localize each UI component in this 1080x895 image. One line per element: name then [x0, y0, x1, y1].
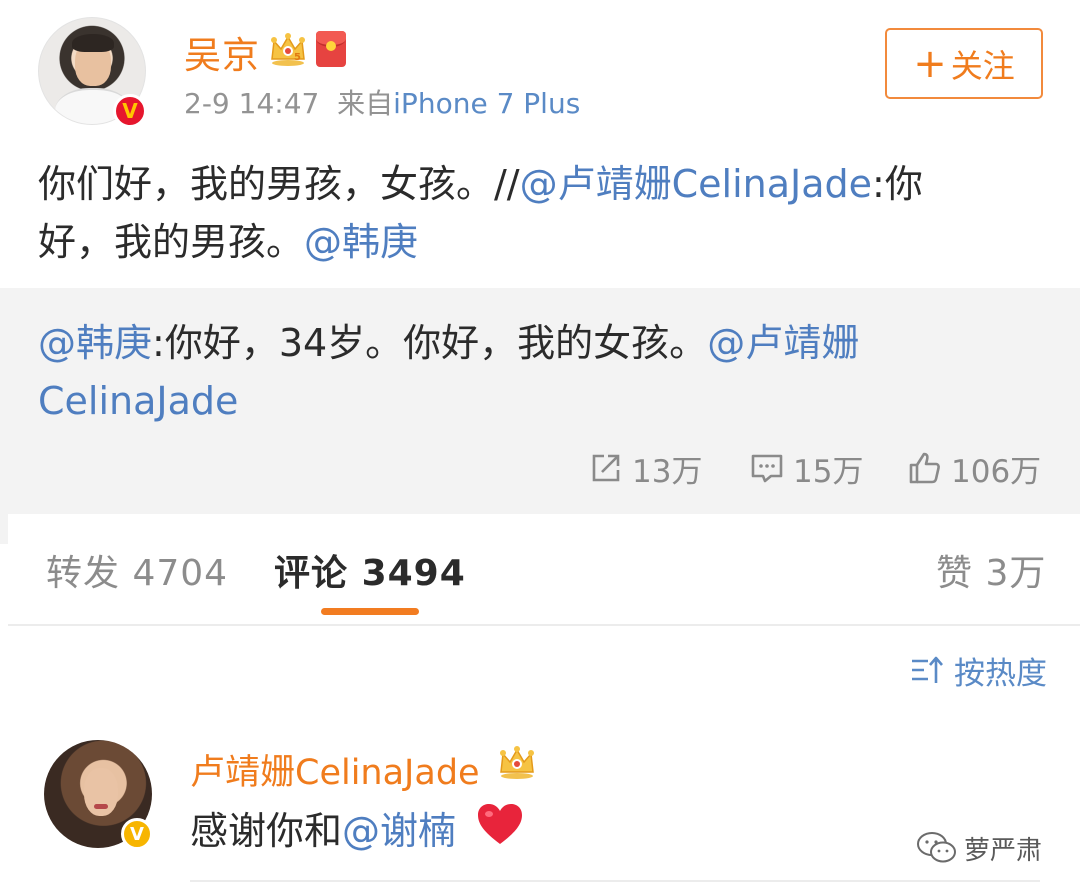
plus-icon: +	[913, 40, 947, 87]
author-name[interactable]: 吴京	[184, 25, 260, 79]
tab-bar: 转发 4704 评论 3494 赞 3万	[0, 514, 1080, 626]
wechat-watermark: 萝严肃	[916, 830, 1042, 866]
sort-icon	[912, 656, 943, 683]
crown-vip-icon	[500, 746, 534, 779]
divider	[8, 624, 1080, 626]
tab-likes[interactable]: 赞 3万	[936, 544, 1046, 596]
repost-count: 13万	[632, 453, 703, 490]
comment-body: 感谢你和	[190, 809, 343, 853]
post-source-prefix: 来自	[337, 87, 394, 120]
repost-body: :你好，34岁。你好，我的女孩。	[152, 321, 708, 365]
watermark-text: 萝严肃	[964, 835, 1043, 866]
tab-count: 3494	[361, 553, 466, 594]
mention-link[interactable]: @卢靖姗	[707, 321, 859, 365]
tab-active-indicator	[321, 608, 419, 615]
wechat-icon	[917, 832, 956, 863]
verified-badge-icon: V	[113, 94, 147, 128]
svg-text:5: 5	[294, 52, 301, 63]
red-packet-icon	[316, 31, 346, 67]
share-icon	[592, 454, 620, 482]
mention-link[interactable]: @谢楠	[342, 809, 456, 853]
mention-link[interactable]: @韩庚	[304, 220, 418, 264]
post-date: 2-9 14:47	[184, 87, 320, 120]
verified-badge-icon: V	[121, 818, 153, 850]
sort-label: 按热度	[954, 655, 1047, 692]
avatar-hair	[72, 34, 114, 52]
comment-item[interactable]: V 卢靖姗CelinaJade 感谢你和@谢楠	[0, 720, 1080, 895]
tab-label: 评论	[274, 553, 349, 594]
post-text: :你	[872, 162, 923, 206]
post-header: V 吴京 5 2-9 14:47 来自iPhone 7 Plus + 关注	[0, 0, 1080, 140]
repost-comment-action[interactable]: 15万	[749, 448, 864, 490]
thumbs-up-icon	[909, 452, 940, 484]
tab-count: 3万	[985, 553, 1047, 594]
repost-text: @韩庚:你好，34岁。你好，我的女孩。@卢靖姗 CelinaJade	[38, 314, 1038, 430]
repost-line-2: CelinaJade	[38, 372, 1038, 430]
post-text: 好，我的男孩。	[38, 220, 305, 264]
comment-text: 感谢你和@谢楠	[190, 800, 456, 855]
repost-box[interactable]: @韩庚:你好，34岁。你好，我的女孩。@卢靖姗 CelinaJade 13万 1…	[0, 288, 1080, 514]
post-meta: 2-9 14:47 来自iPhone 7 Plus	[184, 82, 580, 122]
tab-reposts[interactable]: 转发 4704	[46, 544, 228, 596]
post-body: 你们好，我的男孩，女孩。//@卢靖姗CelinaJade:你 好，我的男孩。@韩…	[38, 155, 1048, 271]
post-text: 你们好，我的男孩，女孩。//	[38, 162, 520, 206]
tab-label: 赞	[936, 553, 974, 594]
mention-link[interactable]: CelinaJade	[38, 379, 238, 423]
post-body-line-1: 你们好，我的男孩，女孩。//@卢靖姗CelinaJade:你	[38, 155, 1048, 213]
comment-icon	[751, 454, 783, 483]
like-count: 106万	[951, 453, 1042, 490]
post-body-line-2: 好，我的男孩。@韩庚	[38, 213, 1048, 271]
tab-label: 转发	[46, 553, 121, 594]
tab-count: 4704	[132, 553, 229, 594]
post-source[interactable]: iPhone 7 Plus	[393, 87, 580, 120]
repost-share-action[interactable]: 13万	[588, 448, 703, 490]
repost-like-action[interactable]: 106万	[907, 448, 1042, 490]
divider	[190, 880, 1040, 882]
follow-label: 关注	[950, 46, 1015, 85]
sort-by-hot-button[interactable]: 按热度	[910, 648, 1047, 692]
commenter-name[interactable]: 卢靖姗CelinaJade	[190, 744, 480, 795]
crown-vip-icon: 5	[271, 33, 305, 66]
heart-emoji-icon	[478, 804, 522, 844]
follow-button[interactable]: + 关注	[885, 28, 1043, 99]
mention-link[interactable]: @卢靖姗CelinaJade	[520, 162, 872, 206]
repost-line-1: @韩庚:你好，34岁。你好，我的女孩。@卢靖姗	[38, 314, 1038, 372]
avatar-lip	[94, 804, 108, 809]
tab-comments[interactable]: 评论 3494	[274, 544, 466, 596]
mention-link[interactable]: @韩庚	[38, 321, 152, 365]
comment-count: 15万	[793, 453, 864, 490]
